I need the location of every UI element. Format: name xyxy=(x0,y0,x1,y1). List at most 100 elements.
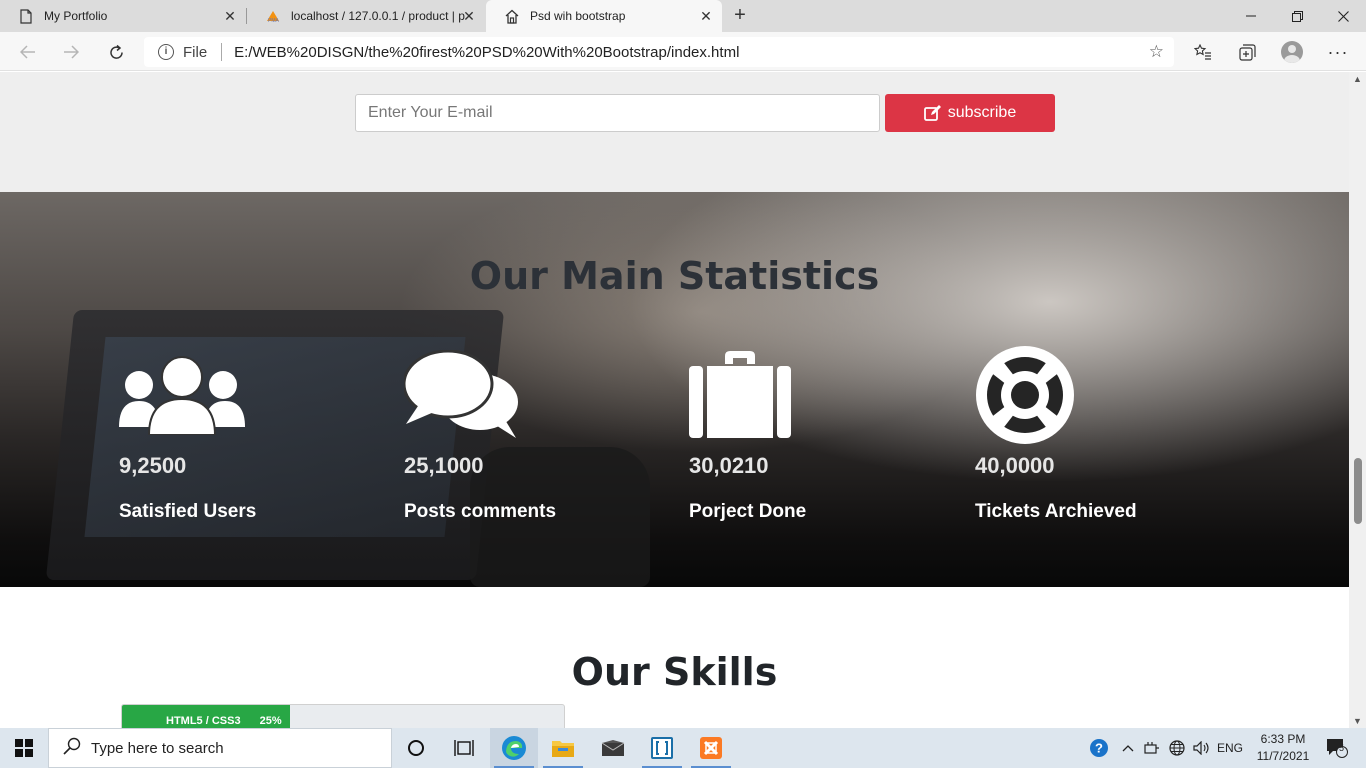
restore-button[interactable] xyxy=(1274,0,1320,32)
chevron-up-icon xyxy=(1122,745,1134,752)
browser-tab-bar: My Portfolio ✕ PMA localhost / 127.0.0.1… xyxy=(0,0,1366,32)
svg-text:?: ? xyxy=(1095,741,1103,756)
edit-icon xyxy=(923,104,941,121)
statistics-title: Our Main Statistics xyxy=(469,254,880,298)
favorites-icon[interactable] xyxy=(1189,38,1217,66)
taskbar-search[interactable]: Type here to search xyxy=(48,728,392,768)
close-tab-icon[interactable]: ✕ xyxy=(222,8,238,24)
taskbar-edge[interactable] xyxy=(490,728,538,768)
minimize-button[interactable] xyxy=(1228,0,1274,32)
speaker-icon xyxy=(1193,741,1209,755)
taskbar-mail[interactable] xyxy=(589,728,637,768)
taskbar-xampp[interactable] xyxy=(687,728,735,768)
users-icon xyxy=(119,347,379,443)
subscribe-section: subscribe xyxy=(0,72,1349,192)
cortana-icon xyxy=(408,740,424,756)
stat-label: Tickets Archieved xyxy=(975,501,1137,522)
stat-label: Posts comments xyxy=(404,501,557,522)
stat-label: Satisfied Users xyxy=(119,501,257,522)
new-tab-button[interactable]: + xyxy=(728,4,752,28)
taskbar-clock[interactable]: 6:33 PM 11/7/2021 xyxy=(1248,731,1318,765)
subscribe-label: subscribe xyxy=(947,104,1017,121)
taskbar-brackets[interactable] xyxy=(638,728,686,768)
tab-title: My Portfolio xyxy=(44,9,108,23)
back-button[interactable] xyxy=(14,38,42,66)
more-menu-icon[interactable]: ··· xyxy=(1324,38,1352,66)
stat-tickets-archieved: 40,0000 Tickets Archieved xyxy=(975,346,1235,523)
skill-name: HTML5 / CSS3 xyxy=(166,715,241,727)
action-center-button[interactable]: 5 xyxy=(1320,728,1354,768)
windows-taskbar: Type here to search ? ENG 6:33 PM 11/7/2… xyxy=(0,728,1366,768)
url-text[interactable]: E:/WEB%20DISGN/the%20firest%20PSD%20With… xyxy=(234,44,739,61)
favorite-star-icon[interactable]: ☆ xyxy=(1149,42,1164,62)
comments-icon xyxy=(404,347,664,443)
tab-phpmyadmin[interactable]: PMA localhost / 127.0.0.1 / product | p … xyxy=(247,0,485,32)
taskbar-file-explorer[interactable] xyxy=(539,728,587,768)
help-icon: ? xyxy=(1090,739,1108,757)
tab-psd-bootstrap[interactable]: Psd wih bootstrap ✕ xyxy=(486,0,722,32)
help-tray-button[interactable]: ? xyxy=(1086,728,1112,768)
browser-toolbar: i File E:/WEB%20DISGN/the%20firest%20PSD… xyxy=(0,32,1366,71)
scroll-down-arrow-icon[interactable]: ▼ xyxy=(1353,716,1362,726)
stat-number: 25,1000 xyxy=(404,453,484,478)
tab-my-portfolio[interactable]: My Portfolio ✕ xyxy=(0,0,246,32)
scheme-label: File xyxy=(183,43,208,61)
globe-icon xyxy=(1169,740,1185,756)
edge-icon xyxy=(502,736,526,760)
page-viewport: subscribe Our Main Statistics 9,2500 Sat… xyxy=(0,72,1349,728)
clock-time: 6:33 PM xyxy=(1260,732,1306,746)
mail-icon xyxy=(601,740,625,756)
close-tab-icon[interactable]: ✕ xyxy=(461,8,477,24)
profile-avatar[interactable] xyxy=(1278,38,1306,66)
subscribe-button[interactable]: subscribe xyxy=(885,94,1055,132)
cortana-button[interactable] xyxy=(392,728,440,768)
folder-icon xyxy=(552,741,574,757)
scroll-up-arrow-icon[interactable]: ▲ xyxy=(1353,74,1362,84)
battery-tray-button[interactable] xyxy=(1142,728,1162,768)
stat-number: 9,2500 xyxy=(119,453,187,478)
phpmyadmin-icon: PMA xyxy=(265,8,281,24)
power-plug-icon xyxy=(1144,742,1159,754)
page-icon xyxy=(18,8,34,24)
network-tray-button[interactable] xyxy=(1166,728,1188,768)
collections-icon[interactable] xyxy=(1233,38,1261,66)
tab-title: localhost / 127.0.0.1 / product | p xyxy=(291,9,465,23)
volume-tray-button[interactable] xyxy=(1190,728,1212,768)
notification-icon xyxy=(1327,739,1348,758)
briefcase-icon xyxy=(689,347,949,443)
close-window-button[interactable] xyxy=(1320,0,1366,32)
info-icon[interactable]: i xyxy=(158,44,174,60)
brackets-icon xyxy=(651,737,673,759)
address-bar[interactable]: i File E:/WEB%20DISGN/the%20firest%20PSD… xyxy=(144,37,1174,67)
scrollbar-thumb[interactable] xyxy=(1354,458,1362,524)
task-view-icon xyxy=(454,740,474,756)
progress-label: HTML5 / CSS3 25% xyxy=(166,715,282,727)
stat-posts-comments: 25,1000 Posts comments xyxy=(404,347,664,523)
stat-satisfied-users: 9,2500 Satisfied Users xyxy=(119,347,379,523)
home-icon xyxy=(504,8,520,24)
stat-number: 40,0000 xyxy=(975,453,1055,478)
show-hidden-icons-button[interactable] xyxy=(1118,728,1138,768)
search-placeholder: Type here to search xyxy=(91,739,224,757)
close-tab-icon[interactable]: ✕ xyxy=(698,8,714,24)
email-input[interactable] xyxy=(355,94,880,132)
search-icon xyxy=(63,737,81,759)
refresh-button[interactable] xyxy=(102,38,130,66)
start-button[interactable] xyxy=(0,728,48,768)
avatar xyxy=(1281,41,1303,63)
stat-label: Porject Done xyxy=(689,501,807,522)
skills-title: Our Skills xyxy=(571,650,778,694)
statistics-section: Our Main Statistics 9,2500 Satisfied Use… xyxy=(0,192,1349,587)
clock-date: 11/7/2021 xyxy=(1256,749,1310,763)
stat-number: 30,0210 xyxy=(689,453,769,478)
task-view-button[interactable] xyxy=(440,728,488,768)
svg-text:PMA: PMA xyxy=(268,18,280,23)
forward-button[interactable] xyxy=(57,38,85,66)
skill-percent: 25% xyxy=(259,715,282,727)
address-divider xyxy=(221,43,223,61)
xampp-icon xyxy=(700,737,722,759)
language-indicator[interactable]: ENG xyxy=(1214,728,1246,768)
life-ring-icon xyxy=(975,346,1235,444)
tab-title: Psd wih bootstrap xyxy=(530,9,626,23)
page-scrollbar[interactable]: ▲ ▼ xyxy=(1349,72,1366,728)
